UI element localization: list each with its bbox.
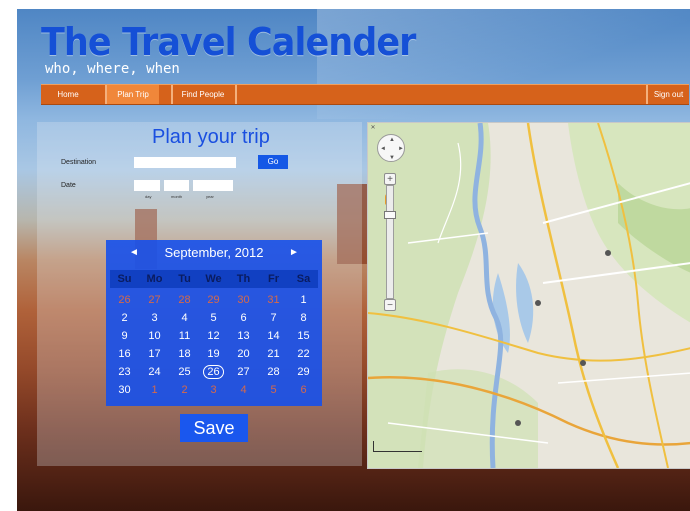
calendar-day[interactable]: 19	[199, 347, 228, 362]
next-month-arrow[interactable]: ►	[284, 240, 304, 266]
calendar-day[interactable]: 13	[229, 329, 258, 344]
selected-day-label: 26	[203, 365, 224, 379]
weekday-label: Fr	[268, 273, 279, 285]
calendar-week: 26 27 28 29 30 31 1	[110, 293, 318, 308]
calendar-day[interactable]: 22	[289, 347, 318, 362]
calendar-day[interactable]: 8	[289, 311, 318, 326]
map-tiles	[368, 123, 690, 468]
weekday-label: Mo	[146, 273, 163, 285]
calendar-day[interactable]: 7	[259, 311, 288, 326]
date-year-input[interactable]	[193, 180, 233, 191]
nav-home[interactable]: Home	[41, 85, 95, 104]
calendar-day[interactable]: 30	[229, 293, 258, 308]
calendar-day[interactable]: 24	[140, 365, 169, 380]
calendar-day[interactable]: 23	[110, 365, 139, 380]
date-month-input[interactable]	[164, 180, 189, 191]
calendar-day[interactable]: 10	[140, 329, 169, 344]
calendar-day[interactable]: 16	[110, 347, 139, 362]
calendar-day[interactable]: 28	[170, 293, 199, 308]
calendar-day[interactable]: 18	[170, 347, 199, 362]
destination-input[interactable]	[134, 157, 236, 168]
calendar-day[interactable]: 20	[229, 347, 258, 362]
weekday-label: Th	[236, 273, 251, 285]
pan-left-icon[interactable]: ◄	[380, 146, 386, 152]
calendar-day[interactable]: 29	[199, 293, 228, 308]
date-label: Date	[61, 182, 76, 189]
calendar-day[interactable]: 25	[170, 365, 199, 380]
calendar-day[interactable]: 28	[259, 365, 288, 380]
nav-find-people[interactable]: Find People	[173, 85, 233, 104]
nav-plan-trip[interactable]: Plan Trip	[107, 85, 159, 104]
pan-up-icon[interactable]: ▲	[389, 137, 395, 143]
date-picker-calendar: ◄ September, 2012 ► Su Mo Tu We Th Fr Sa…	[106, 240, 322, 406]
weekday-label: We	[205, 273, 222, 285]
pan-right-icon[interactable]: ►	[398, 146, 404, 152]
pan-down-icon[interactable]: ▼	[389, 155, 395, 161]
map-pan-control[interactable]: ▲ ◄ ► ▼	[377, 134, 405, 162]
calendar-day[interactable]: 27	[140, 293, 169, 308]
month-hint: month	[171, 194, 183, 199]
zoom-slider-track[interactable]	[386, 185, 394, 299]
sign-out-button[interactable]: Sign out	[648, 85, 689, 104]
calendar-day[interactable]: 4	[170, 311, 199, 326]
zoom-in-button[interactable]: +	[384, 173, 396, 185]
calendar-day[interactable]: 3	[140, 311, 169, 326]
calendar-day[interactable]: 4	[229, 383, 258, 398]
calendar-day[interactable]: 3	[199, 383, 228, 398]
go-button[interactable]: Go	[258, 155, 288, 169]
calendar-day[interactable]: 9	[110, 329, 139, 344]
plan-trip-panel: Plan your trip Destination Go Date day m…	[37, 122, 362, 466]
date-day-input[interactable]	[134, 180, 160, 191]
calendar-week: 16 17 18 19 20 21 22	[110, 347, 318, 362]
calendar-day[interactable]: 15	[289, 329, 318, 344]
close-icon[interactable]: ✕	[370, 125, 376, 131]
nav-divider	[235, 85, 237, 104]
calendar-week: 2 3 4 5 6 7 8	[110, 311, 318, 326]
calendar-week: 9 10 11 12 13 14 15	[110, 329, 318, 344]
save-button[interactable]: Save	[180, 414, 248, 442]
weekday-label: Su	[117, 273, 132, 285]
calendar-day[interactable]: 1	[289, 293, 318, 308]
calendar-day[interactable]: 12	[199, 329, 228, 344]
day-hint: day	[145, 194, 152, 199]
calendar-day[interactable]: 30	[110, 383, 139, 398]
calendar-weekday-row: Su Mo Tu We Th Fr Sa	[110, 270, 318, 288]
map-view[interactable]: ✕ ▲ ◄ ► ▼ + −	[367, 122, 690, 469]
weekday-label: Sa	[296, 273, 311, 285]
calendar-day[interactable]: 31	[259, 293, 288, 308]
calendar-day[interactable]: 2	[170, 383, 199, 398]
destination-label: Destination	[61, 159, 97, 166]
main-navigation: Home Plan Trip Find People Sign out	[41, 84, 689, 105]
calendar-day[interactable]: 21	[259, 347, 288, 362]
calendar-day[interactable]: 14	[259, 329, 288, 344]
year-hint: year	[206, 194, 214, 199]
calendar-day[interactable]: 1	[140, 383, 169, 398]
site-tagline: who, where, when	[45, 61, 180, 77]
calendar-day[interactable]: 5	[199, 311, 228, 326]
zoom-slider-thumb[interactable]	[384, 211, 396, 219]
calendar-week: 30 1 2 3 4 5 6	[110, 383, 318, 398]
weekday-label: Tu	[178, 273, 191, 285]
calendar-day[interactable]: 6	[229, 311, 258, 326]
plan-heading: Plan your trip	[152, 126, 270, 148]
zoom-out-button[interactable]: −	[384, 299, 396, 311]
map-scale-bar	[373, 441, 422, 452]
page-background: The Travel Calender who, where, when Hom…	[17, 9, 690, 511]
calendar-day[interactable]: 11	[170, 329, 199, 344]
calendar-day[interactable]: 17	[140, 347, 169, 362]
calendar-day[interactable]: 2	[110, 311, 139, 326]
calendar-day-selected[interactable]: 26	[199, 365, 228, 380]
calendar-day[interactable]: 5	[259, 383, 288, 398]
site-title: The Travel Calender	[41, 20, 416, 64]
calendar-day[interactable]: 27	[229, 365, 258, 380]
calendar-week: 23 24 25 26 27 28 29	[110, 365, 318, 380]
calendar-day[interactable]: 6	[289, 383, 318, 398]
calendar-day[interactable]: 29	[289, 365, 318, 380]
calendar-day[interactable]: 26	[110, 293, 139, 308]
